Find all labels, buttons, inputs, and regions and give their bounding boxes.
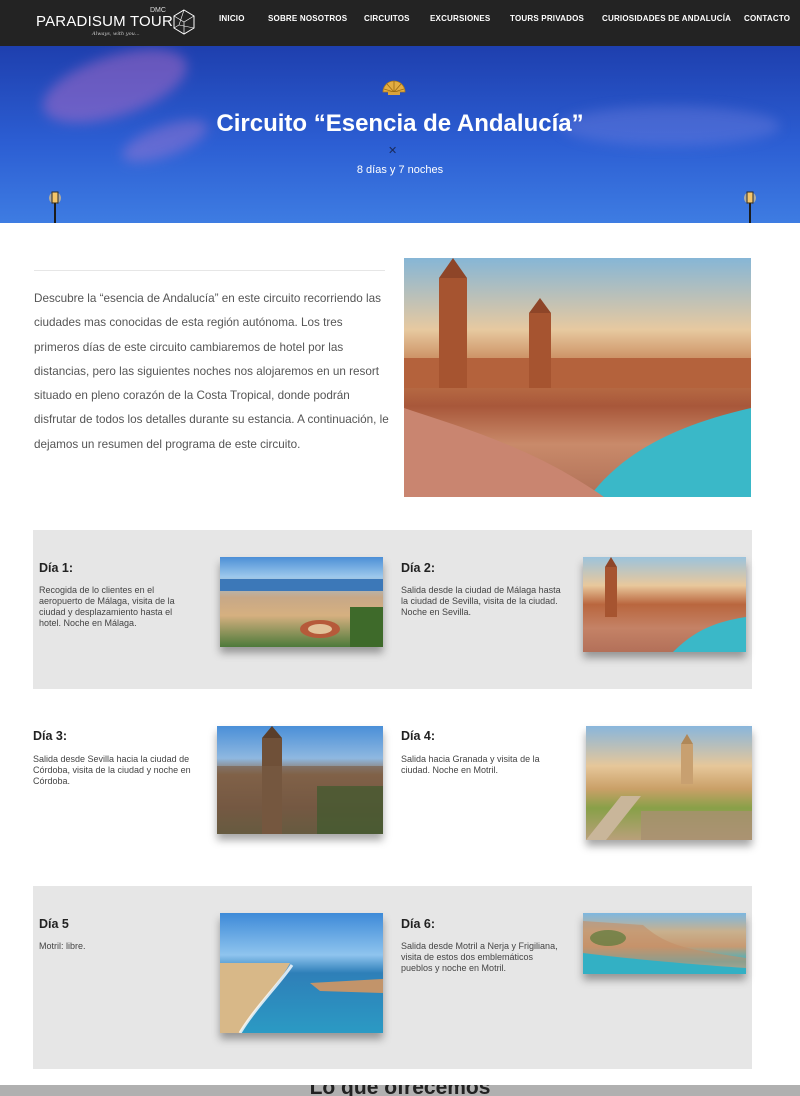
lamp-icon xyxy=(744,191,756,223)
nav-item-curiosidades[interactable]: CURIOSIDADES DE ANDALUCÍA xyxy=(602,14,731,23)
cordoba-photo xyxy=(217,726,383,834)
nav-item-circuitos[interactable]: CIRCUITOS xyxy=(364,14,410,23)
page-title: Circuito “Esencia de Andalucía” xyxy=(216,110,584,137)
nerja-photo xyxy=(583,913,746,974)
day-description: Salida desde Motril a Nerja y Frigiliana… xyxy=(401,941,558,973)
nav-item-contacto[interactable]: CONTACTO xyxy=(744,14,790,23)
day-title: Día 3: xyxy=(33,729,68,743)
day-description: Salida desde la ciudad de Málaga hasta l… xyxy=(401,585,561,617)
section-title: Lo que ofrecemos xyxy=(0,1085,800,1096)
day-description: Salida hacia Granada y visita de la ciud… xyxy=(401,754,540,775)
section-footer-bar: Lo que ofrecemos xyxy=(0,1085,800,1096)
close-x-icon: ✕ xyxy=(388,145,398,157)
day-title: Día 2: xyxy=(401,561,436,575)
hero-banner: Circuito “Esencia de Andalucía” ✕ 8 días… xyxy=(0,46,800,223)
shell-icon xyxy=(382,80,406,95)
day-description: Motril: libre. xyxy=(39,941,86,951)
day-description: Recogida de lo clientes en el aeropuerto… xyxy=(39,585,175,628)
logo[interactable]: PARADISUM TOUR DMC Always, with you... xyxy=(36,7,198,40)
hero-subtitle: 8 días y 7 noches xyxy=(356,164,444,176)
day-title: Día 5 xyxy=(39,917,69,931)
nav-item-tours-privados[interactable]: TOURS PRIVADOS xyxy=(510,14,584,23)
intro-paragraph: Descubre la “esencia de Andalucía” en es… xyxy=(34,292,389,451)
nav-item-excursiones[interactable]: EXCURSIONES xyxy=(430,14,490,23)
sevilla-plaza-photo xyxy=(404,258,751,497)
malaga-photo xyxy=(220,557,383,647)
day-title: Día 4: xyxy=(401,729,436,743)
day-title: Día 1: xyxy=(39,561,74,575)
site-header: PARADISUM TOUR DMC Always, with you... I… xyxy=(0,0,800,46)
logo-dmc: DMC xyxy=(150,7,166,14)
day-description: Salida desde Sevilla hacia la ciudad de … xyxy=(33,754,191,786)
sevilla-photo xyxy=(583,557,746,652)
divider xyxy=(34,270,385,271)
lamp-icon xyxy=(49,191,61,223)
logo-name: PARADISUM TOUR xyxy=(36,13,173,30)
motril-photo xyxy=(220,913,383,1033)
day-title: Día 6: xyxy=(401,917,436,931)
granada-photo xyxy=(586,726,752,840)
nav-item-sobre-nosotros[interactable]: SOBRE NOSOTROS xyxy=(268,14,347,23)
logo-tagline: Always, with you... xyxy=(92,31,140,37)
nav-item-inicio[interactable]: INICIO xyxy=(219,14,245,23)
logo-gem-icon xyxy=(173,9,195,35)
